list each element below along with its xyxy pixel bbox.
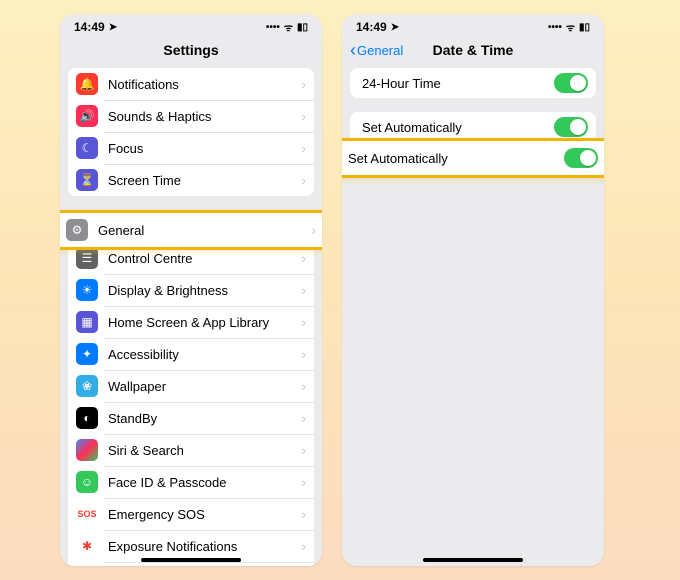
settings-row[interactable]: Siri & Search› (68, 434, 314, 466)
grid-icon: ▦ (76, 311, 98, 333)
row-label: Face ID & Passcode (108, 475, 301, 490)
row-label: Notifications (108, 77, 301, 92)
back-button[interactable]: ‹ General (350, 43, 403, 58)
chevron-right-icon: › (301, 442, 306, 458)
row-label[interactable]: General (98, 223, 311, 238)
chevron-right-icon: › (301, 172, 306, 188)
status-indicators: •••• ᯤ ▮▯ (548, 20, 590, 34)
row-label: Home Screen & App Library (108, 315, 301, 330)
status-bar: 14:49 ➤ •••• ᯤ ▮▯ (60, 14, 322, 38)
chevron-right-icon: › (301, 108, 306, 124)
settings-row[interactable]: 🔔 Notifications› (68, 68, 314, 100)
exposure-icon: ✱ (76, 535, 98, 557)
settings-row[interactable]: ☾ Focus› (68, 132, 314, 164)
chevron-right-icon: › (301, 506, 306, 522)
row-label: Focus (108, 141, 301, 156)
row-label: Display & Brightness (108, 283, 301, 298)
bell-icon: 🔔 (76, 73, 98, 95)
chevron-right-icon: › (301, 282, 306, 298)
settings-row[interactable]: ☀ Display & Brightness› (68, 274, 314, 306)
brightness-icon: ☀ (76, 279, 98, 301)
settings-row[interactable]: ▮Battery› (68, 562, 314, 566)
datetime-row[interactable]: Set Automatically (350, 112, 596, 142)
wifi-icon: ᯤ (284, 20, 293, 34)
location-icon: ➤ (391, 22, 399, 33)
datetime-row[interactable]: 24-Hour Time (350, 68, 596, 98)
row-label: 24-Hour Time (358, 76, 554, 91)
chevron-right-icon: › (301, 538, 306, 554)
home-indicator[interactable] (423, 558, 523, 562)
settings-row[interactable]: ◐ StandBy› (68, 402, 314, 434)
toggle-set-automatically[interactable] (564, 148, 598, 168)
highlight-general-bg: ⚙ General › (60, 213, 322, 247)
chevron-right-icon: › (301, 474, 306, 490)
status-indicators: •••• ᯤ ▮▯ (266, 20, 308, 34)
sos-icon: SOS (76, 503, 98, 525)
toggle--hour-time[interactable] (554, 73, 588, 93)
date-time-screen: 14:49 ➤ •••• ᯤ ▮▯ ‹ General Date & Time … (342, 14, 604, 566)
hourglass-icon: ⏳ (76, 169, 98, 191)
toggle-set-automatically[interactable] (554, 117, 588, 137)
row-label: Wallpaper (108, 379, 301, 394)
location-icon: ➤ (109, 22, 117, 33)
siri-icon (76, 439, 98, 461)
row-label: Set Automatically (348, 151, 564, 166)
sound-icon: 🔊 (76, 105, 98, 127)
status-time: 14:49 (356, 20, 387, 34)
chevron-right-icon: › (301, 346, 306, 362)
wifi-icon: ᯤ (566, 20, 575, 34)
wallpaper-icon: ❀ (76, 375, 98, 397)
settings-screen: 14:49 ➤ •••• ᯤ ▮▯ Settings 🔔 Notification… (60, 14, 322, 566)
settings-row[interactable]: ✦ Accessibility› (68, 338, 314, 370)
page-title: Date & Time (433, 42, 514, 58)
settings-row[interactable]: ▦ Home Screen & App Library› (68, 306, 314, 338)
row-label: Emergency SOS (108, 507, 301, 522)
chevron-right-icon: › (301, 76, 306, 92)
chevron-right-icon: › (301, 314, 306, 330)
settings-row[interactable]: ☺ Face ID & Passcode› (68, 466, 314, 498)
moon-icon: ☾ (76, 137, 98, 159)
battery-icon: ▮▯ (579, 22, 590, 33)
row-label: Screen Time (108, 173, 301, 188)
chevron-right-icon: › (311, 222, 316, 238)
settings-row[interactable]: ❀ Wallpaper› (68, 370, 314, 402)
gear-icon: ⚙ (66, 219, 88, 241)
highlight-set-auto-bg: Set Automatically (342, 141, 604, 175)
row-label: Sounds & Haptics (108, 109, 301, 124)
chevron-right-icon: › (301, 378, 306, 394)
row-label: Siri & Search (108, 443, 301, 458)
settings-row[interactable]: 🔊 Sounds & Haptics› (68, 100, 314, 132)
chevron-right-icon: › (301, 410, 306, 426)
battery-icon: ▮▯ (297, 22, 308, 33)
row-label: Set Automatically (358, 120, 554, 135)
settings-row[interactable]: ⏳ Screen Time› (68, 164, 314, 196)
chevron-right-icon: › (301, 250, 306, 266)
row-label: Exposure Notifications (108, 539, 301, 554)
settings-row[interactable]: SOS Emergency SOS› (68, 498, 314, 530)
row-label: StandBy (108, 411, 301, 426)
faceid-icon: ☺ (76, 471, 98, 493)
switches-icon: ☰ (76, 247, 98, 269)
accessibility-icon: ✦ (76, 343, 98, 365)
row-label: Control Centre (108, 251, 301, 266)
chevron-right-icon: › (301, 140, 306, 156)
row-label: Accessibility (108, 347, 301, 362)
status-bar: 14:49 ➤ •••• ᯤ ▮▯ (342, 14, 604, 38)
signal-icon: •••• (266, 22, 280, 33)
home-indicator[interactable] (141, 558, 241, 562)
page-title: Settings (60, 38, 322, 68)
signal-icon: •••• (548, 22, 562, 33)
status-time: 14:49 (74, 20, 105, 34)
standby-icon: ◐ (76, 407, 98, 429)
back-label: General (357, 43, 403, 58)
